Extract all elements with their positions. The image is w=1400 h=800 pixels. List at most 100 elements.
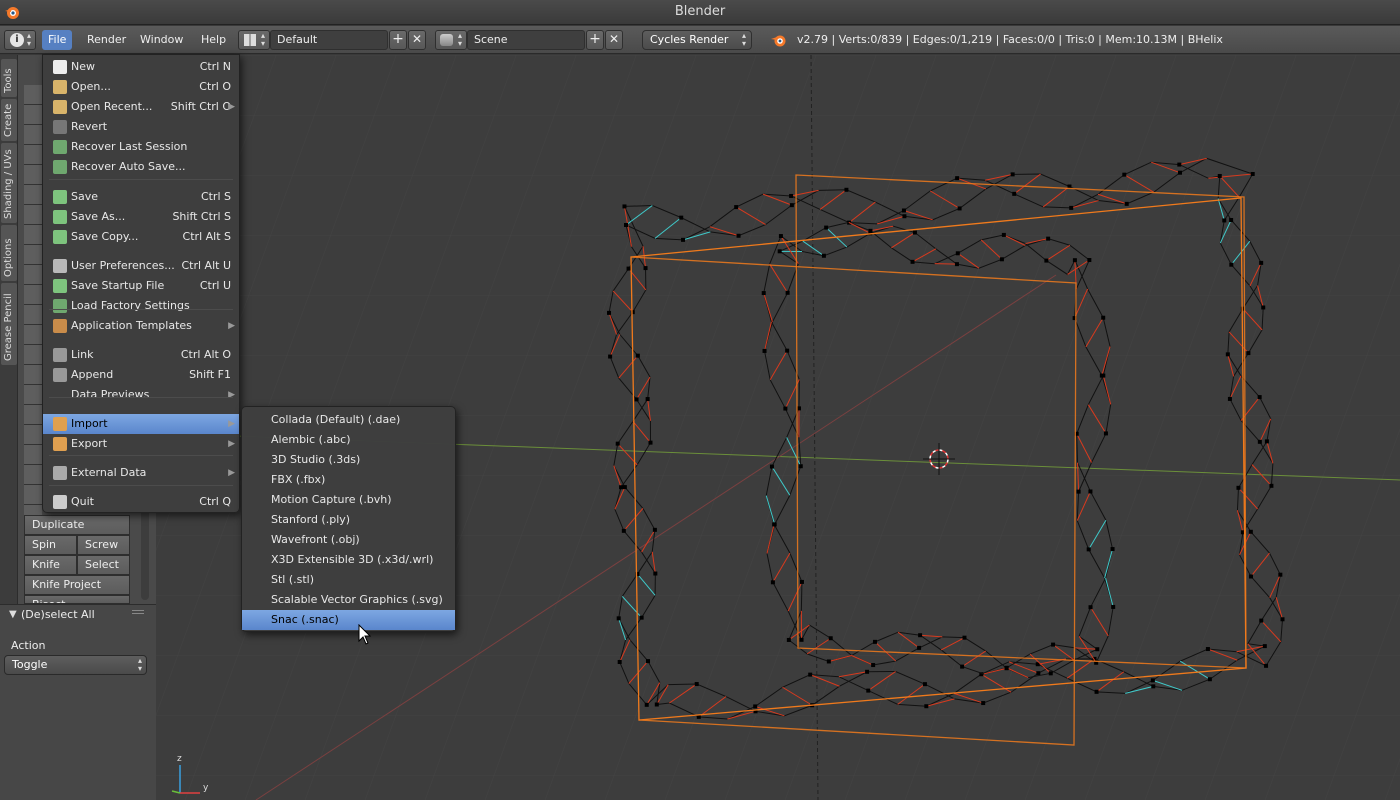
import-item-fbx-fbx[interactable]: FBX (.fbx) (242, 470, 455, 490)
file-menu-item-load-factory-settings[interactable]: Load Factory Settings (43, 296, 239, 316)
vertex-point (1012, 191, 1017, 196)
menu-item-label: Open... (71, 80, 111, 93)
vertex-point (681, 237, 686, 242)
file-menu-item-link[interactable]: Link Ctrl Alt O (43, 345, 239, 365)
menu-render[interactable]: Render (81, 30, 132, 50)
import-item-stanford-ply[interactable]: Stanford (.ply) (242, 510, 455, 530)
import-item-alembic-abc[interactable]: Alembic (.abc) (242, 430, 455, 450)
tab-options[interactable]: Options (1, 225, 17, 281)
vertex-point (1099, 373, 1104, 378)
external-data-icon (53, 466, 67, 480)
scene-selector-button[interactable]: ▴ ▾ (435, 30, 467, 50)
vertex-point (1051, 642, 1056, 647)
menu-help[interactable]: Help (195, 30, 232, 50)
menu-item-label: Save (71, 190, 99, 203)
import-item-collada-default-dae[interactable]: Collada (Default) (.dae) (242, 410, 455, 430)
menu-item-shortcut: Ctrl N (199, 60, 231, 73)
menu-window[interactable]: Window (134, 30, 189, 50)
file-menu-item-data-previews[interactable]: Data Previews ▶ (43, 385, 239, 405)
append-icon (53, 368, 67, 382)
vertex-point (1046, 236, 1051, 241)
file-menu-item-open[interactable]: Open... Ctrl O (43, 77, 239, 97)
screen-layout-button[interactable]: ▴ ▾ (238, 30, 270, 50)
import-item-motion-capture-bvh[interactable]: Motion Capture (.bvh) (242, 490, 455, 510)
import-item-wavefront-obj[interactable]: Wavefront (.obj) (242, 530, 455, 550)
collapse-triangle-icon[interactable]: ▼ (9, 609, 17, 620)
editor-type-button[interactable]: i ▴ ▾ (4, 30, 36, 50)
import-item-stl-stl[interactable]: Stl (.stl) (242, 570, 455, 590)
new-file-icon (53, 60, 67, 74)
action-select[interactable]: Toggle ▴ ▾ (4, 655, 147, 675)
plus-icon: + (589, 31, 601, 47)
power-icon (53, 495, 67, 509)
remove-layout-button[interactable]: ✕ (408, 30, 426, 50)
tab-grease-pencil[interactable]: Grease Pencil (1, 283, 17, 365)
vertex-point (607, 310, 612, 315)
vertex-point (1177, 162, 1182, 167)
vertex-point (1094, 689, 1099, 694)
file-menu-item-append[interactable]: Append Shift F1 (43, 365, 239, 385)
tab-create[interactable]: Create (1, 99, 17, 141)
vertex-point (1086, 547, 1091, 552)
tab-tools[interactable]: Tools (1, 59, 17, 97)
file-menu-item-quit[interactable]: Quit Ctrl Q (43, 492, 239, 512)
vertex-point (924, 704, 929, 709)
menu-file[interactable]: File (42, 30, 73, 50)
file-menu-item-application-templates[interactable]: Application Templates ▶ (43, 316, 239, 336)
import-item-snac-snac[interactable]: Snac (.snac) (242, 610, 455, 630)
import-item-scalable-vector-graphics-svg[interactable]: Scalable Vector Graphics (.svg) (242, 590, 455, 610)
render-engine-select[interactable]: Cycles Render ▴ ▾ (642, 30, 752, 50)
remove-scene-button[interactable]: ✕ (605, 30, 623, 50)
vertex-point (1278, 572, 1283, 577)
duplicate-button[interactable]: Duplicate (24, 515, 130, 535)
file-menu-item-recover-auto-save[interactable]: Recover Auto Save... (43, 157, 239, 177)
vertex-point (912, 230, 917, 235)
scene-field[interactable]: Scene (467, 30, 585, 50)
vertex-point (1262, 644, 1267, 649)
file-menu-item-external-data[interactable]: External Data ▶ (43, 463, 239, 483)
scene-icon (440, 34, 453, 46)
bisect-button[interactable]: Bisect (24, 595, 130, 604)
plus-icon: + (392, 31, 404, 47)
file-menu-item-export[interactable]: Export ▶ (43, 434, 239, 454)
revert-icon (53, 120, 67, 134)
file-menu-item-save-startup-file[interactable]: Save Startup File Ctrl U (43, 276, 239, 296)
vertex-point (1225, 352, 1230, 357)
import-item-x3d-extensible-3d-x3d-wrl[interactable]: X3D Extensible 3D (.x3d/.wrl) (242, 550, 455, 570)
vertex-point (753, 704, 758, 709)
screw-button[interactable]: Screw (77, 535, 130, 555)
file-menu-item-user-preferences[interactable]: User Preferences... Ctrl Alt U (43, 256, 239, 276)
knife-select-button[interactable]: Select (77, 555, 130, 575)
file-menu-item-recover-last-session[interactable]: Recover Last Session (43, 137, 239, 157)
preferences-icon (53, 259, 67, 273)
vertex-point (1259, 260, 1264, 265)
screen-layout-field[interactable]: Default (270, 30, 388, 50)
file-menu-item-save[interactable]: Save Ctrl S (43, 187, 239, 207)
spin-button[interactable]: Spin (24, 535, 77, 555)
menu-separator (49, 309, 233, 310)
drag-handle-icon[interactable] (132, 610, 144, 616)
vertex-point (799, 579, 804, 584)
recover-icon (53, 160, 67, 174)
add-scene-button[interactable]: + (586, 30, 604, 50)
knife-button[interactable]: Knife (24, 555, 77, 575)
menu-item-shortcut: Ctrl Alt O (180, 348, 231, 361)
chevron-updown-icon: ▴ ▾ (27, 31, 32, 48)
file-menu-item-save-as[interactable]: Save As... Shift Ctrl S (43, 207, 239, 227)
import-item-3d-studio-3ds[interactable]: 3D Studio (.3ds) (242, 450, 455, 470)
knife-project-button[interactable]: Knife Project (24, 575, 130, 595)
file-menu-item-new[interactable]: New Ctrl N (43, 57, 239, 77)
file-menu-item-import[interactable]: Import ▶ (43, 414, 239, 434)
vertex-point (770, 580, 775, 585)
vertex-point (1257, 439, 1262, 444)
menu-item-label: Import (71, 417, 108, 430)
vertex-point (1236, 485, 1241, 490)
vertex-point (1217, 173, 1222, 178)
tab-shading-uvs[interactable]: Shading / UVs (1, 143, 17, 223)
file-menu-item-open-recent[interactable]: Open Recent... Shift Ctrl O ▶ (43, 97, 239, 117)
vertex-point (1087, 258, 1092, 263)
add-layout-button[interactable]: + (389, 30, 407, 50)
vertex-point (622, 485, 627, 490)
file-menu-item-revert[interactable]: Revert (43, 117, 239, 137)
file-menu-item-save-copy[interactable]: Save Copy... Ctrl Alt S (43, 227, 239, 247)
